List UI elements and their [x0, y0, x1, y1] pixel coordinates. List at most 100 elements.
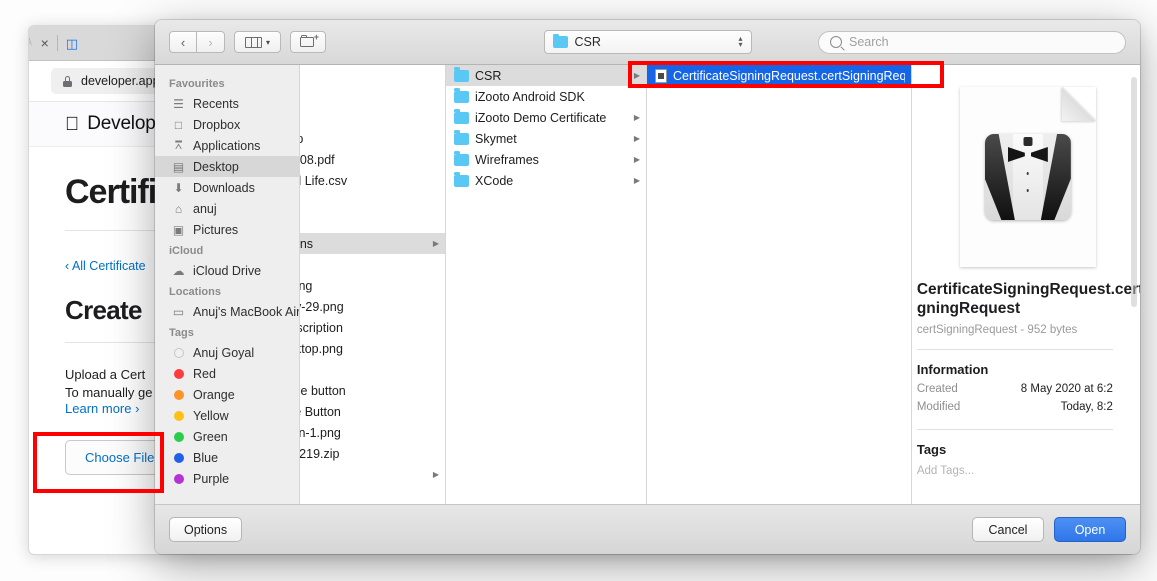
list-item-izooto-android-sdk[interactable]: iZooto Android SDK — [446, 86, 646, 107]
search-field[interactable]: Search — [818, 30, 1126, 54]
list-item[interactable]: ..bscribe Button — [300, 401, 445, 422]
tuxedo-icon — [984, 134, 1071, 220]
disclosure-arrow-icon: ▶ — [633, 155, 640, 164]
sidebar-item-icloud-drive[interactable]: ☁ iCloud Drive — [155, 260, 299, 281]
list-item[interactable]: -SDK.zip — [300, 128, 445, 149]
sidebar-tag-green[interactable]: Green — [155, 426, 299, 447]
chevron-left-icon: ‹ — [180, 34, 186, 50]
sidebar-item-applications[interactable]: ⩞ Applications — [155, 135, 299, 156]
list-item[interactable]: o...wood Life.csv — [300, 170, 445, 191]
new-folder-button[interactable]: + — [290, 31, 326, 53]
sidebar-item-pictures[interactable]: ▣ Pictures — [155, 219, 299, 240]
sidebar-tag-yellow[interactable]: Yellow — [155, 405, 299, 426]
list-item-izooto-demo-certificate[interactable]: iZooto Demo Certificate ▶ — [446, 107, 646, 128]
list-item-wireframes[interactable]: Wireframes ▶ — [446, 149, 646, 170]
search-placeholder: Search — [849, 35, 889, 49]
list-item[interactable]: otifications ▶ — [300, 233, 445, 254]
list-item-certificate-signing-request[interactable]: CertificateSigningRequest.certSigningReq… — [647, 65, 911, 86]
sidebar-tag-orange[interactable]: Orange — [155, 384, 299, 405]
list-item[interactable]: ol...scribe button — [300, 380, 445, 401]
preview-key: Modified — [916, 400, 961, 413]
cancel-button[interactable]: Cancel — [972, 517, 1044, 542]
list-item[interactable]: pdf — [300, 359, 445, 380]
list-item-label: ol...scribe button — [300, 383, 346, 398]
list-item[interactable] — [300, 212, 445, 233]
disclosure-arrow-icon: ▶ — [633, 176, 640, 185]
disclosure-arrow-icon: ▶ — [633, 134, 640, 143]
list-item[interactable]: ong — [300, 86, 445, 107]
navigation-buttons: ‹ › — [169, 31, 225, 53]
preview-icon-wrap — [912, 87, 1140, 267]
list-item[interactable]: ngineering — [300, 275, 445, 296]
preview-file-name: CertificateSigningRequest.certSigningReq… — [916, 281, 1140, 317]
list-item[interactable] — [300, 107, 445, 128]
list-item[interactable]: 6.6.2.28219.zip — [300, 443, 445, 464]
reader-view-icon[interactable]: ◫ — [66, 37, 78, 50]
list-item-csr[interactable]: CSR ▶ — [446, 65, 646, 86]
list-item[interactable]: ..-1650708.pdf — [300, 149, 445, 170]
sidebar-item-label: Dropbox — [193, 117, 241, 132]
list-item-skymet[interactable]: Skymet ▶ — [446, 128, 646, 149]
pictures-icon: ▣ — [172, 222, 185, 237]
sidebar-item-dropbox[interactable]: □ Dropbox — [155, 114, 299, 135]
sidebar-item-label: iCloud Drive — [193, 263, 262, 278]
home-icon: ⌂ — [174, 201, 183, 216]
browser-tab[interactable]: jectives - A × ◫ — [29, 26, 127, 60]
open-button[interactable]: Open — [1054, 517, 1126, 542]
finder-column-3: CSR ▶ iZooto Android SDK iZooto Demo Cer… — [446, 65, 647, 504]
list-item-label: ong — [300, 90, 439, 104]
sidebar-tag-anuj-goyal[interactable]: Anuj Goyal — [155, 342, 299, 363]
preview-information-heading: Information — [916, 361, 989, 377]
sidebar-item-label: Pictures — [193, 222, 239, 237]
address-bar[interactable]: developer.app — [51, 68, 172, 94]
learn-more-link[interactable]: Learn more › — [65, 401, 139, 416]
list-item-label: 6.6.2.28219.zip — [300, 446, 340, 461]
list-item[interactable]: r...ls Description — [300, 317, 445, 338]
sidebar-item-label: Orange — [193, 387, 235, 402]
finder-column-2: ong ong -SDK.zip ..-1650708.pdf o...wood… — [300, 65, 446, 504]
sidebar-item-recents[interactable]: ☰ Recents — [155, 93, 299, 114]
preview-scrollbar[interactable] — [1131, 77, 1137, 307]
list-item[interactable]: o...upply-29.png — [300, 296, 445, 317]
finder-columns: Favourites ☰ Recents □ Dropbox ⩞ Applica… — [155, 65, 1140, 505]
tag-dot-icon — [171, 389, 186, 400]
close-icon[interactable]: × — [41, 36, 49, 50]
list-item[interactable] — [300, 485, 445, 504]
list-item[interactable]: ▶ — [300, 464, 445, 485]
back-button[interactable]: ‹ — [169, 31, 197, 53]
list-item[interactable]: ong — [300, 65, 445, 86]
sidebar-item-anuj[interactable]: ⌂ anuj — [155, 198, 299, 219]
list-item-label: CSR — [475, 68, 502, 83]
tag-dot-icon — [171, 347, 186, 358]
file-open-dialog: ‹ › ▾ + CSR ▴ ▾ Search Favourites ☰ Rece… — [155, 20, 1140, 554]
view-mode-button[interactable]: ▾ — [234, 31, 281, 53]
options-button[interactable]: Options — [169, 517, 243, 542]
list-item-label: iZooto Android SDK — [475, 89, 585, 104]
sidebar-tag-red[interactable]: Red — [155, 363, 299, 384]
list-item[interactable]: k...-desktop.png — [300, 338, 445, 359]
sidebar-item-desktop[interactable]: ▤ Desktop — [155, 156, 299, 177]
laptop-icon: ▭ — [172, 304, 185, 319]
list-item-xcode[interactable]: XCode ▶ — [446, 170, 646, 191]
sidebar-item-label: Applications — [193, 138, 261, 153]
list-item[interactable]: xl.png — [300, 191, 445, 212]
preview-key: Created — [916, 382, 958, 395]
list-item[interactable]: ...ndation-1.png — [300, 422, 445, 443]
sidebar-tag-purple[interactable]: Purple — [155, 468, 299, 489]
sidebar-item-label: anuj — [193, 201, 217, 216]
stepper-icon: ▴ ▾ — [738, 33, 743, 49]
finder-toolbar: ‹ › ▾ + CSR ▴ ▾ Search — [155, 20, 1140, 65]
add-tags-field[interactable]: Add Tags... — [912, 457, 1140, 477]
sidebar-item-macbook-air[interactable]: ▭ Anuj's MacBook Air... — [155, 301, 299, 322]
list-item[interactable]: pk — [300, 254, 445, 275]
folder-icon — [454, 172, 469, 187]
forward-button[interactable]: › — [197, 31, 225, 53]
sidebar-section-locations: Locations — [169, 286, 221, 298]
path-popup-button[interactable]: CSR ▴ ▾ — [543, 30, 752, 54]
sidebar-item-downloads[interactable]: ⬇ Downloads — [155, 177, 299, 198]
sidebar-item-label: Yellow — [193, 408, 229, 423]
preview-value: Today, 8:2 — [1060, 400, 1113, 413]
list-item-label: Skymet — [475, 131, 517, 146]
tag-dot-icon — [171, 368, 186, 379]
sidebar-tag-blue[interactable]: Blue — [155, 447, 299, 468]
